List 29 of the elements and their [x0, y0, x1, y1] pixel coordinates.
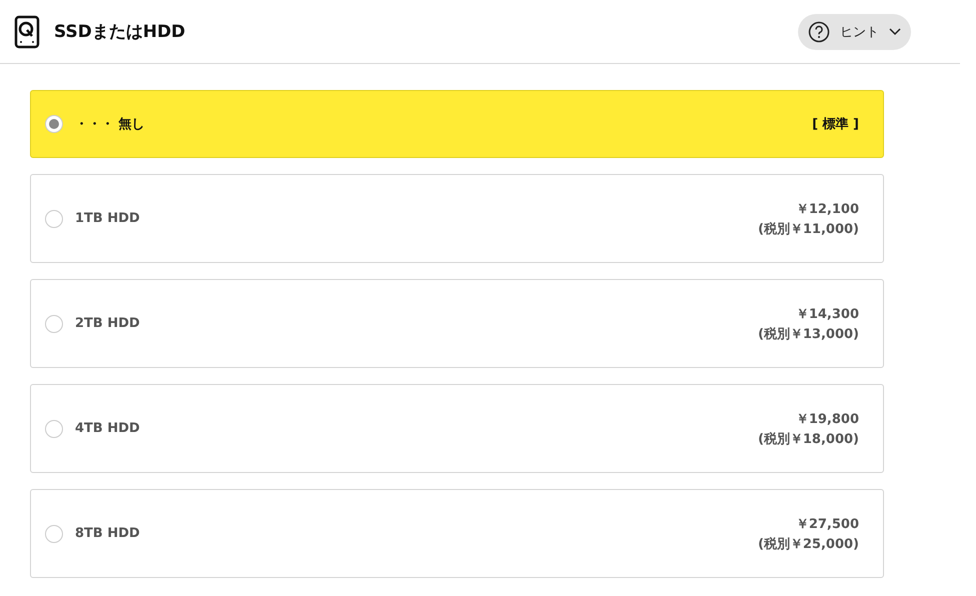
radio-button[interactable] [45, 115, 63, 133]
price: ￥14,300 [796, 306, 859, 322]
option-card[interactable]: ・・・ 無し [ 標準 ] [30, 90, 884, 158]
option-label: 8TB HDD [75, 526, 141, 541]
option-label: ・・・ 無し [75, 116, 146, 133]
help-icon [808, 20, 830, 42]
price-excluding-tax: (税別￥13,000) [758, 326, 859, 342]
option-label: 2TB HDD [75, 316, 141, 331]
hard-drive-icon [14, 14, 40, 48]
price: ￥19,800 [796, 410, 859, 428]
option-card[interactable]: 8TB HDD ￥27,500 (税別￥25,000) [30, 489, 884, 578]
radio-button[interactable] [45, 314, 63, 332]
hint-button[interactable]: ヒント [798, 14, 911, 50]
option-card[interactable]: 1TB HDD ￥12,100 (税別￥11,000) [30, 174, 884, 263]
option-label: 4TB HDD [75, 421, 141, 436]
price-excluding-tax: (税別￥25,000) [758, 536, 859, 552]
radio-button[interactable] [45, 210, 63, 228]
standard-note: [ 標準 ] [812, 116, 859, 133]
price: ￥27,500 [796, 516, 859, 532]
radio-button[interactable] [45, 420, 63, 438]
radio-button[interactable] [45, 524, 63, 542]
price: ￥12,100 [796, 200, 859, 218]
section-title: SSDまたはHDD [54, 21, 186, 43]
price-excluding-tax: (税別￥18,000) [758, 430, 859, 448]
option-card[interactable]: 4TB HDD ￥19,800 (税別￥18,000) [30, 384, 884, 473]
chevron-icon [889, 28, 901, 36]
price-excluding-tax: (税別￥11,000) [758, 220, 859, 238]
option-card[interactable]: 2TB HDD ￥14,300 (税別￥13,000) [30, 279, 884, 368]
option-label: 1TB HDD [75, 211, 141, 226]
